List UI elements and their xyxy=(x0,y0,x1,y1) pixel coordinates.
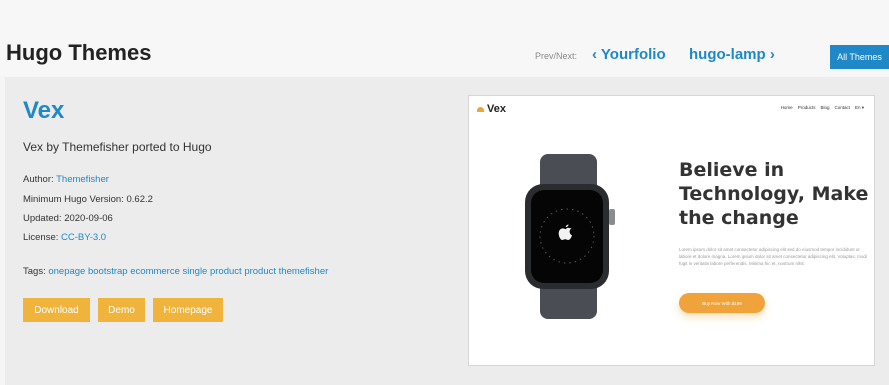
prev-theme-label: Yourfolio xyxy=(600,46,666,63)
updated-value: 2020-09-06 xyxy=(64,213,113,224)
download-button[interactable]: Download xyxy=(23,298,90,322)
author-row: Author: Themefisher xyxy=(23,174,109,185)
license-link[interactable]: CC-BY-3.0 xyxy=(61,232,106,243)
logo-mark-icon xyxy=(477,106,484,112)
prev-theme-link[interactable]: ‹ Yourfolio xyxy=(592,46,666,63)
all-themes-button[interactable]: All Themes xyxy=(830,45,889,69)
theme-description: Vex by Themefisher ported to Hugo xyxy=(23,140,212,154)
next-theme-link[interactable]: hugo-lamp › xyxy=(689,46,775,63)
preview-nav-item: En ▾ xyxy=(854,105,864,110)
tags-label: Tags: xyxy=(23,266,46,277)
theme-preview-screenshot[interactable]: Vex Home Products Blog Contact En ▾ Beli… xyxy=(468,95,875,366)
preview-nav-item: Products xyxy=(797,105,816,110)
tag-link[interactable]: ecommerce xyxy=(130,266,180,277)
author-label: Author: xyxy=(23,174,54,185)
author-link[interactable]: Themefisher xyxy=(56,174,109,185)
tag-link[interactable]: product xyxy=(244,266,276,277)
tag-link[interactable]: themefisher xyxy=(279,266,329,277)
smartwatch-icon xyxy=(525,154,615,319)
preview-paragraph: Lorem ipsum dolor sit amet consectetur a… xyxy=(679,247,867,266)
updated-row: Updated: 2020-09-06 xyxy=(23,213,113,224)
preview-nav-item: Home xyxy=(780,105,793,110)
demo-button[interactable]: Demo xyxy=(98,298,145,322)
chevron-right-icon: › xyxy=(769,46,775,63)
preview-nav: Home Products Blog Contact En ▾ xyxy=(781,105,864,111)
tags-row: Tags: onepage bootstrap ecommerce single… xyxy=(23,266,328,277)
preview-logo-text: Vex xyxy=(487,103,506,115)
preview-nav-item: Blog xyxy=(820,105,830,110)
preview-headline: Believe in Technology, Make the change xyxy=(679,159,869,229)
tag-link[interactable]: single product xyxy=(183,266,242,277)
license-row: License: CC-BY-3.0 xyxy=(23,232,106,243)
min-version-label: Minimum Hugo Version: xyxy=(23,194,124,205)
theme-name: Vex xyxy=(23,97,65,124)
preview-nav-item: Contact xyxy=(834,105,850,110)
license-label: License: xyxy=(23,232,59,243)
tag-link[interactable]: onepage xyxy=(48,266,85,277)
preview-cta-button: Buy Now With $199 xyxy=(679,293,765,313)
chevron-left-icon: ‹ xyxy=(592,46,597,63)
min-version-row: Minimum Hugo Version: 0.62.2 xyxy=(23,194,153,205)
updated-label: Updated: xyxy=(23,213,62,224)
site-title[interactable]: Hugo Themes xyxy=(6,40,151,66)
next-theme-label: hugo-lamp xyxy=(689,46,766,63)
tag-link[interactable]: bootstrap xyxy=(88,266,128,277)
homepage-button[interactable]: Homepage xyxy=(153,298,223,322)
preview-logo: Vex xyxy=(477,103,506,115)
min-version-value: 0.62.2 xyxy=(126,194,153,205)
prevnext-label: Prev/Next: xyxy=(535,51,578,61)
